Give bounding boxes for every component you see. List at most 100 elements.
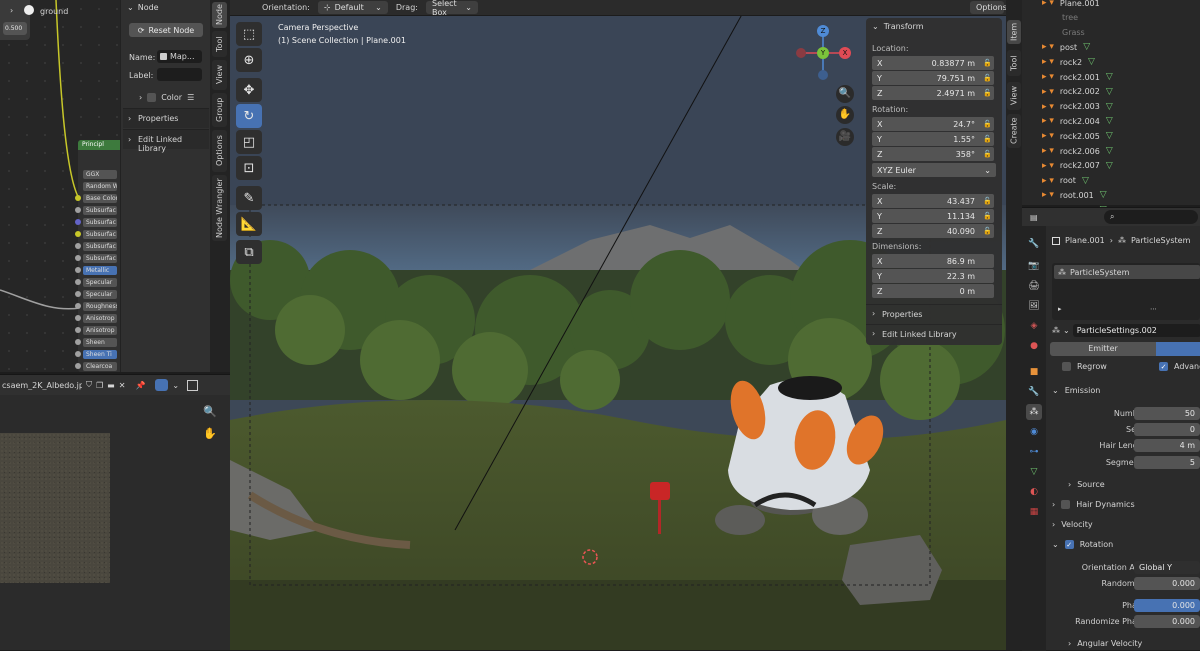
- node-socket[interactable]: Sheen: [83, 338, 117, 347]
- lock-icon[interactable]: 🔓: [983, 89, 992, 97]
- zoom-icon[interactable]: 🔍: [203, 405, 217, 418]
- advanced-checkbox[interactable]: ✓: [1159, 362, 1168, 371]
- socket-dot[interactable]: [75, 279, 81, 285]
- node-editor[interactable]: 0.500 › ground Principl GGX Random W Base …: [0, 0, 120, 372]
- node-section-header[interactable]: ⌄ Node: [127, 3, 159, 12]
- node-socket[interactable]: Random W: [83, 182, 117, 191]
- socket-dot[interactable]: [75, 303, 81, 309]
- drag-dropdown[interactable]: Select Box ⌄: [425, 0, 478, 17]
- socket-dot[interactable]: [75, 315, 81, 321]
- tool-icon[interactable]: 🔧: [1026, 236, 1042, 252]
- hand-icon[interactable]: ✋: [836, 106, 854, 124]
- regrow-checkbox[interactable]: [1062, 362, 1071, 371]
- node-socket[interactable]: Anisotrop: [83, 326, 117, 335]
- value-field[interactable]: 0.500: [3, 22, 27, 35]
- randomize-field[interactable]: 0.000: [1134, 577, 1200, 590]
- outliner-item[interactable]: ▸ ▾ rock2 ▽: [1042, 55, 1095, 69]
- socket-dot[interactable]: [75, 243, 81, 249]
- mesh-data-icon[interactable]: ▽: [1026, 464, 1042, 480]
- tab-view[interactable]: View: [212, 60, 227, 90]
- socket-dot[interactable]: [75, 255, 81, 261]
- render-icon[interactable]: 📷: [1026, 258, 1042, 274]
- outliner-item[interactable]: ▸ ▾ post ▽: [1042, 40, 1090, 54]
- rotation-checkbox[interactable]: ✓: [1064, 540, 1074, 549]
- lock-icon[interactable]: 🔓: [983, 74, 992, 82]
- reset-node-button[interactable]: ⟳ Reset Node: [129, 23, 203, 37]
- number-field[interactable]: 50: [1134, 407, 1200, 420]
- node-socket[interactable]: Clearcoa: [83, 362, 117, 371]
- tab-tool[interactable]: Tool: [1007, 50, 1021, 76]
- socket-dot[interactable]: [75, 327, 81, 333]
- emitter-tab[interactable]: Emitter: [1050, 342, 1156, 356]
- outliner-item[interactable]: Grass: [1042, 26, 1085, 40]
- node-socket[interactable]: Specular: [83, 290, 117, 299]
- texture-icon[interactable]: ▦: [1026, 504, 1042, 520]
- cursor-tool[interactable]: ⊕: [236, 48, 262, 72]
- collapse-icon[interactable]: ›: [10, 6, 13, 15]
- outliner-item[interactable]: ▸ ▾ root ▽: [1042, 174, 1089, 188]
- hair-length-field[interactable]: 4 m: [1134, 439, 1200, 452]
- outliner-item[interactable]: ▸ ▾ rock2.002 ▽: [1042, 85, 1113, 99]
- lock-icon[interactable]: 🔓: [983, 227, 992, 235]
- orientation-dropdown[interactable]: ⊹ Default ⌄: [317, 1, 388, 14]
- socket-dot[interactable]: [75, 219, 81, 225]
- node-socket[interactable]: Sheen Ti: [83, 350, 117, 359]
- properties-editor[interactable]: ▤ ⌕ 🔧 📷 🖨 🖼 ◈ ● ■ 🔧 ⁂ ◉ ⊶ ▽ ◐ ▦ Plane.00…: [1022, 207, 1200, 651]
- settings-name-field[interactable]: ParticleSettings.002: [1072, 324, 1200, 337]
- rotate-tool[interactable]: ↻: [236, 104, 262, 128]
- source-section[interactable]: › Source: [1068, 480, 1105, 489]
- hair-dynamics-section[interactable]: › Hair Dynamics: [1052, 500, 1135, 509]
- node-socket[interactable]: Anisotrop: [83, 314, 117, 323]
- dimensions-x-field[interactable]: X 86.9 m: [872, 254, 994, 268]
- outliner-item[interactable]: ▸ ▾ rock2.001 ▽: [1042, 70, 1113, 84]
- seed-field[interactable]: 0: [1134, 423, 1200, 436]
- add-cube-tool[interactable]: ⧉: [236, 240, 262, 264]
- scale-z-field[interactable]: Z 40.090 🔓: [872, 224, 994, 238]
- socket-dot[interactable]: [75, 339, 81, 345]
- particle-system-list[interactable]: ⁂ ParticleSystem ▸ ⋯: [1052, 263, 1200, 320]
- outliner-item[interactable]: ▸ ▾ root.001 ▽: [1042, 188, 1107, 202]
- node-socket[interactable]: Subsurfac: [83, 206, 117, 215]
- segments-field[interactable]: 5: [1134, 456, 1200, 469]
- lock-icon[interactable]: 🔓: [983, 212, 992, 220]
- name-field[interactable]: Map...: [157, 50, 202, 63]
- lock-icon[interactable]: 🔓: [983, 59, 992, 67]
- world-icon[interactable]: ●: [1026, 338, 1042, 354]
- lock-icon[interactable]: 🔓: [983, 197, 992, 205]
- hair-tab[interactable]: [1156, 342, 1200, 356]
- scale-tool[interactable]: ◰: [236, 130, 262, 154]
- node-socket[interactable]: Roughness: [83, 302, 117, 311]
- location-y-field[interactable]: Y 79.751 m 🔓: [872, 71, 994, 85]
- properties-search[interactable]: ⌕: [1104, 210, 1198, 224]
- node-socket[interactable]: Metallic: [83, 266, 117, 275]
- location-x-field[interactable]: X 0.83877 m 🔓: [872, 56, 994, 70]
- angular-velocity-section[interactable]: › Angular Velocity: [1068, 639, 1142, 648]
- properties-section[interactable]: › Properties: [123, 108, 209, 128]
- modifier-icon[interactable]: 🔧: [1026, 384, 1042, 400]
- randomize-phase-field[interactable]: 0.000: [1134, 615, 1200, 628]
- folder-icon[interactable]: ▬: [107, 381, 115, 390]
- dimensions-z-field[interactable]: Z 0 m: [872, 284, 994, 298]
- hand-icon[interactable]: ✋: [203, 427, 217, 440]
- scale-x-field[interactable]: X 43.437 🔓: [872, 194, 994, 208]
- tab-view[interactable]: View: [1007, 82, 1021, 110]
- outliner-item[interactable]: ▸ ▾ rock2.006 ▽: [1042, 144, 1113, 158]
- zoom-icon[interactable]: 🔍: [836, 85, 854, 103]
- node-socket[interactable]: Subsurfac: [83, 230, 117, 239]
- particle-system-item[interactable]: ⁂ ParticleSystem: [1054, 265, 1200, 279]
- tab-options[interactable]: Options: [212, 130, 227, 172]
- image-name[interactable]: csaem_2K_Albedo.jpg: [2, 381, 82, 390]
- outliner-item[interactable]: ▸ ▾ rock2.005 ▽: [1042, 129, 1113, 143]
- display-channels-icon[interactable]: [187, 379, 199, 391]
- object-icon[interactable]: ■: [1026, 364, 1042, 380]
- node-socket[interactable]: Base Color: [83, 194, 117, 203]
- tab-item[interactable]: Item: [1007, 20, 1021, 44]
- gizmo-y-axis[interactable]: Y: [817, 47, 829, 59]
- emission-section[interactable]: ⌄ Emission: [1052, 386, 1100, 395]
- tab-node[interactable]: Node: [212, 2, 227, 28]
- edit-linked-library-section[interactable]: › Edit Linked Library: [123, 129, 209, 153]
- phase-field[interactable]: 0.000: [1134, 599, 1200, 612]
- node-socket[interactable]: Specular: [83, 278, 117, 287]
- properties-section[interactable]: › Properties: [866, 304, 1002, 324]
- node-socket[interactable]: GGX: [83, 170, 117, 179]
